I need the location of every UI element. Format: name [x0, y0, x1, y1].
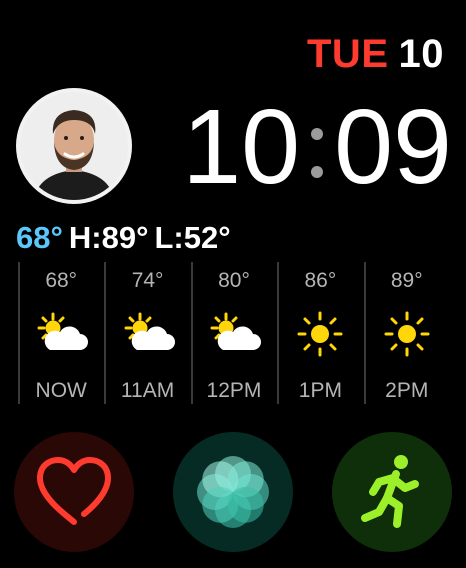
- sun-icon: [364, 310, 450, 358]
- time-display: 10 09: [180, 92, 452, 202]
- forecast-time-label: 1PM: [298, 379, 342, 402]
- heart-icon: [37, 457, 111, 525]
- date-display: TUE 10: [307, 34, 444, 74]
- forecast-time-label: 12PM: [206, 379, 262, 402]
- current-weather[interactable]: 68° H:89° L:52°: [16, 222, 231, 253]
- forecast-time-label: NOW: [35, 379, 87, 402]
- heart-rate-complication[interactable]: [14, 432, 134, 552]
- time-hours: 10: [182, 88, 301, 206]
- day-number: 10: [398, 32, 444, 76]
- workout-complication[interactable]: [332, 432, 452, 552]
- hourly-forecast[interactable]: 68° NOW 74° 11AM 80° 12PM 86° 1PM 89° 2P…: [18, 262, 450, 404]
- partly-cloudy-icon: [18, 310, 104, 358]
- forecast-temperature: 68°: [45, 269, 78, 292]
- forecast-column: 89° 2PM: [363, 262, 450, 404]
- time-minutes: 09: [334, 88, 452, 206]
- forecast-temperature: 89°: [390, 269, 423, 292]
- current-temperature: 68°: [16, 220, 63, 255]
- low-temperature: L:52°: [154, 220, 231, 255]
- forecast-column: 86° 1PM: [277, 262, 363, 404]
- forecast-temperature: 86°: [304, 269, 337, 292]
- forecast-temperature: 74°: [131, 269, 164, 292]
- forecast-column: 80° 12PM: [190, 262, 277, 404]
- contact-avatar[interactable]: [16, 88, 132, 204]
- workout-running-icon: [361, 455, 419, 528]
- high-temperature: H:89°: [68, 220, 149, 255]
- forecast-time-label: 11AM: [120, 379, 175, 402]
- time-colon: [304, 110, 330, 184]
- forecast-temperature: 80°: [218, 269, 250, 292]
- forecast-column: 74° 11AM: [104, 262, 190, 404]
- weekday-label: TUE: [307, 32, 389, 76]
- sun-icon: [277, 310, 363, 358]
- forecast-time-label: 2PM: [385, 379, 429, 402]
- partly-cloudy-icon: [191, 310, 277, 358]
- breathe-icon: [197, 456, 269, 528]
- avatar-photo: [20, 92, 128, 200]
- partly-cloudy-icon: [104, 310, 190, 358]
- forecast-column: 68° NOW: [18, 262, 104, 404]
- breathe-complication[interactable]: [173, 432, 293, 552]
